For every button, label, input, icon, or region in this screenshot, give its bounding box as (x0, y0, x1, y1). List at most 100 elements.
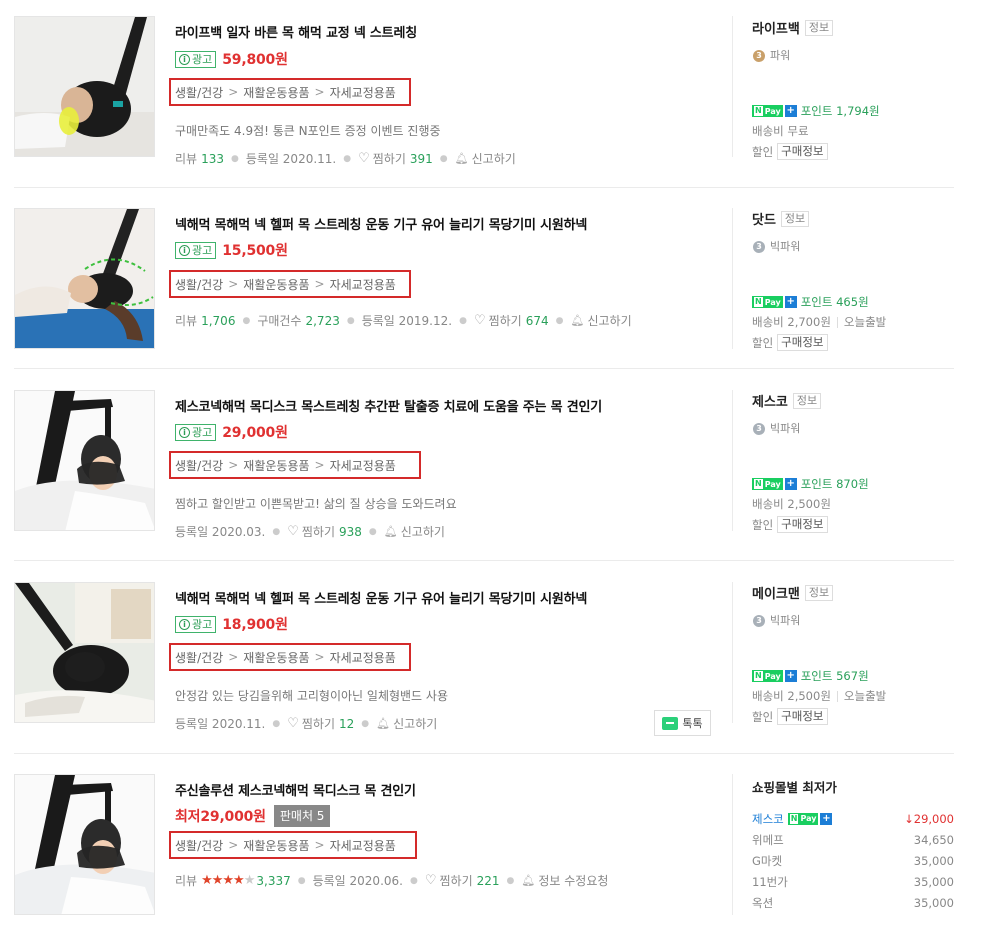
mall-price-row[interactable]: 위메프 34,650 (752, 829, 954, 850)
mall-name[interactable]: 제스코 (752, 811, 784, 827)
category-1[interactable]: 생활/건강 (175, 457, 223, 474)
mall-info: 메이크맨정보 빅파워 NPay+포인트 567원 배송비 2,500원오늘출발 … (752, 583, 962, 725)
category-1[interactable]: 생활/건강 (175, 649, 223, 666)
category-3[interactable]: 자세교정용품 (330, 837, 396, 854)
category-2[interactable]: 재활운동용품 (243, 457, 309, 474)
product-price[interactable]: 18,900원 (222, 614, 288, 634)
product-price[interactable]: 59,800원 (222, 49, 288, 69)
product-title[interactable]: 넥해먹 목해먹 넥 헬퍼 목 스트레칭 운동 기구 유어 늘리기 목당기미 시원… (175, 214, 587, 233)
product-thumbnail[interactable] (14, 208, 155, 349)
mall-price-row[interactable]: 제스코 N Pay + ↓29,000 (752, 808, 954, 829)
mall-price-row[interactable]: 옥션 35,000 (752, 892, 954, 913)
wish-label[interactable]: 찜하기 (439, 872, 472, 889)
category-3[interactable]: 자세교정용품 (330, 84, 396, 101)
category-3[interactable]: 자세교정용품 (330, 457, 396, 474)
ad-badge[interactable]: i 광고 (175, 615, 217, 633)
report-link[interactable]: 신고하기 (472, 150, 516, 167)
purchase-info-button[interactable]: 구매정보 (777, 516, 828, 533)
product-price[interactable]: 15,500원 (222, 240, 288, 260)
product-item: 넥해먹 목해먹 넥 헬퍼 목 스트레칭 운동 기구 유어 늘리기 목당기미 시원… (0, 563, 984, 755)
heart-icon[interactable]: ♡ (287, 524, 299, 539)
category-2[interactable]: 재활운동용품 (243, 649, 309, 666)
mall-name[interactable]: 라이프백 (752, 18, 800, 37)
mall-name[interactable]: 위메프 (752, 832, 784, 848)
mall-price[interactable]: 35,000 (914, 875, 954, 889)
category-1[interactable]: 생활/건강 (175, 276, 223, 293)
mall-price[interactable]: 35,000 (914, 854, 954, 868)
heart-icon[interactable]: ♡ (287, 716, 299, 731)
mall-price[interactable]: ↓29,000 (904, 812, 954, 826)
registration-date: 등록일 2020.11. (245, 152, 337, 166)
review-count[interactable]: 133 (201, 152, 224, 166)
npay-icon: N Pay (752, 296, 783, 308)
mall-name[interactable]: 11번가 (752, 874, 788, 890)
report-link[interactable]: 신고하기 (393, 715, 437, 732)
category-1[interactable]: 생활/건강 (175, 84, 223, 101)
mall-name[interactable]: 제스코 (752, 391, 788, 410)
wish-count: 391 (409, 151, 433, 166)
lowest-price[interactable]: 최저29,000원 (175, 806, 266, 826)
mall-price[interactable]: 34,650 (914, 833, 954, 847)
purchase-info-button[interactable]: 구매정보 (777, 708, 828, 725)
wish-label[interactable]: 찜하기 (302, 715, 335, 732)
product-title[interactable]: 주신솔루션 제스코넥해먹 목디스크 목 견인기 (175, 780, 416, 799)
category-3[interactable]: 자세교정용품 (330, 276, 396, 293)
review-count[interactable]: 3,337 (256, 874, 290, 888)
seller-count-button[interactable]: 판매처 5 (273, 805, 331, 827)
mall-info-button[interactable]: 정보 (780, 210, 810, 227)
chevron-right-icon: > (314, 838, 325, 852)
product-item: 주신솔루션 제스코넥해먹 목디스크 목 견인기 최저29,000원 판매처 5 … (0, 755, 984, 931)
wish-label[interactable]: 찜하기 (489, 312, 522, 329)
mall-price-row[interactable]: G마켓 35,000 (752, 850, 954, 871)
ad-badge[interactable]: i 광고 (175, 50, 217, 68)
category-2[interactable]: 재활운동용품 (243, 84, 309, 101)
bell-icon[interactable]: 🔔︎ (570, 314, 584, 327)
chat-icon (662, 716, 679, 730)
mall-info-button[interactable]: 정보 (792, 392, 822, 409)
plus-icon: + (784, 478, 797, 490)
report-link[interactable]: 신고하기 (587, 312, 631, 329)
wish-label[interactable]: 찜하기 (373, 150, 406, 167)
category-3[interactable]: 자세교정용품 (330, 649, 396, 666)
bell-icon[interactable]: 🔔︎ (455, 152, 469, 165)
mall-info-button[interactable]: 정보 (804, 584, 834, 601)
mall-price-row[interactable]: 11번가 35,000 (752, 871, 954, 892)
category-1[interactable]: 생활/건강 (175, 837, 223, 854)
heart-icon[interactable]: ♡ (425, 873, 437, 888)
mall-name[interactable]: 닷드 (752, 209, 776, 228)
purchase-info-button[interactable]: 구매정보 (777, 143, 828, 160)
heart-icon[interactable]: ♡ (358, 151, 370, 166)
review-count[interactable]: 1,706 (201, 314, 235, 328)
ad-label: 광고 (192, 426, 213, 439)
category-2[interactable]: 재활운동용품 (243, 837, 309, 854)
price-row: 최저29,000원 판매처 5 (175, 804, 331, 828)
mall-name[interactable]: G마켓 (752, 853, 782, 869)
ad-badge[interactable]: i 광고 (175, 423, 217, 441)
bell-icon[interactable]: 🔔︎ (521, 874, 535, 887)
edit-request-link[interactable]: 정보 수정요청 (538, 872, 608, 889)
product-thumbnail[interactable] (14, 774, 155, 915)
category-2[interactable]: 재활운동용품 (243, 276, 309, 293)
product-title[interactable]: 넥해먹 목해먹 넥 헬퍼 목 스트레칭 운동 기구 유어 늘리기 목당기미 시원… (175, 588, 587, 607)
point-amount: 포인트 1,794원 (800, 104, 880, 118)
plus-icon: + (784, 670, 797, 682)
mall-price[interactable]: 35,000 (914, 896, 954, 910)
product-title[interactable]: 라이프백 일자 바른 목 해먹 교정 넥 스트레칭 (175, 22, 417, 41)
bell-icon[interactable]: 🔔︎ (376, 717, 390, 730)
report-link[interactable]: 신고하기 (401, 523, 445, 540)
product-thumbnail[interactable] (14, 390, 155, 531)
wish-label[interactable]: 찜하기 (302, 523, 335, 540)
bell-icon[interactable]: 🔔︎ (384, 525, 398, 538)
chevron-right-icon: > (314, 85, 325, 99)
mall-name[interactable]: 옥션 (752, 895, 773, 911)
mall-name[interactable]: 메이크맨 (752, 583, 800, 602)
purchase-info-button[interactable]: 구매정보 (777, 334, 828, 351)
product-thumbnail[interactable] (14, 582, 155, 723)
product-title[interactable]: 제스코넥해먹 목디스크 목스트레칭 추간판 탈출증 치료에 도움을 주는 목 견… (175, 396, 602, 415)
heart-icon[interactable]: ♡ (474, 313, 486, 328)
ad-badge[interactable]: i 광고 (175, 241, 217, 259)
mall-info-button[interactable]: 정보 (804, 19, 834, 36)
product-price[interactable]: 29,000원 (222, 422, 288, 442)
product-thumbnail[interactable] (14, 16, 155, 157)
talktalk-button[interactable]: 톡톡 (654, 710, 711, 736)
